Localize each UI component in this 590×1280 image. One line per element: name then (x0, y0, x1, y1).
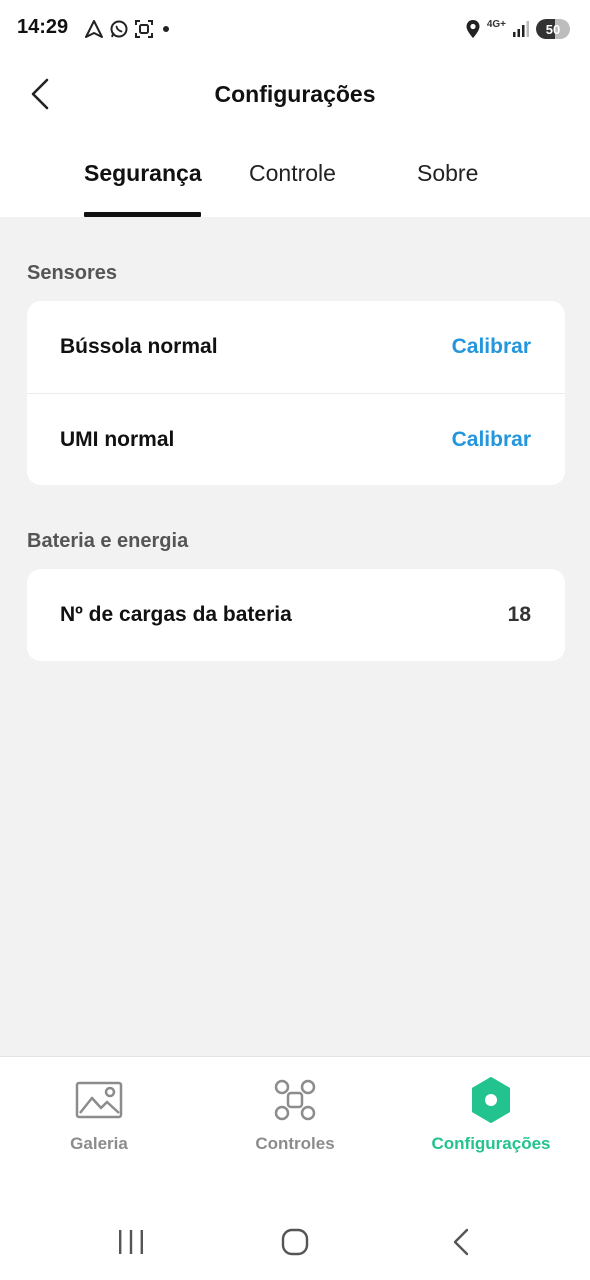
screenshot-icon (135, 20, 153, 38)
nav-label-settings: Configurações (431, 1134, 551, 1153)
drone-icon (274, 1079, 316, 1121)
network-type: 4G+ (486, 19, 506, 30)
system-navigation-bar (0, 1200, 590, 1280)
nav-item-settings[interactable]: Configurações (396, 1075, 586, 1175)
battery-cycles-label: Nº de cargas da bateria (60, 603, 292, 626)
battery-cycles-row: Nº de cargas da bateria 18 (27, 569, 565, 661)
chevron-left-icon (453, 1228, 469, 1256)
battery-card: Nº de cargas da bateria 18 (27, 569, 565, 661)
status-bar: 14:29 4G+ 50 (0, 0, 590, 58)
sensors-card: Bússola normal Calibrar UMI normal Calib… (27, 301, 565, 485)
navigation-arrow-icon (85, 20, 103, 38)
nav-item-gallery[interactable]: Galeria (4, 1075, 194, 1175)
gallery-icon (75, 1081, 123, 1119)
imu-status-label: UMI normal (60, 428, 175, 451)
home-icon (281, 1228, 309, 1256)
system-status-icons: 4G+ 50 (465, 16, 570, 42)
settings-tabs: Segurança Controle Sobre (0, 150, 590, 217)
nav-item-controls[interactable]: Controles (200, 1075, 390, 1175)
whatsapp-icon (110, 20, 128, 38)
battery-level: 50 (545, 21, 561, 37)
compass-status-label: Bússola normal (60, 335, 218, 358)
battery-icon: 50 (536, 19, 570, 39)
tab-seguranca[interactable]: Segurança (84, 160, 202, 187)
battery-cycles-value: 18 (507, 603, 531, 626)
recent-apps-icon (119, 1230, 143, 1254)
system-back-button[interactable] (436, 1222, 486, 1262)
section-title-battery: Bateria e energia (27, 530, 189, 552)
page-title: Configurações (214, 81, 376, 107)
imu-row: UMI normal Calibrar (27, 393, 565, 485)
signal-icon (513, 21, 529, 37)
tab-sobre[interactable]: Sobre (417, 160, 478, 187)
nav-label-gallery: Galeria (70, 1134, 128, 1153)
nav-label-controls: Controles (255, 1134, 335, 1153)
calibrate-compass-button[interactable]: Calibrar (452, 335, 531, 359)
section-title-sensors: Sensores (27, 262, 118, 284)
active-tab-indicator (84, 212, 201, 217)
app-header: Configurações (0, 60, 590, 130)
settings-hexagon-icon (472, 1077, 510, 1123)
recent-apps-button[interactable] (106, 1222, 156, 1262)
home-button[interactable] (270, 1222, 320, 1262)
location-icon (466, 20, 480, 38)
compass-row: Bússola normal Calibrar (27, 301, 565, 393)
tab-controle[interactable]: Controle (249, 160, 336, 187)
notification-icons (84, 17, 173, 41)
status-time: 14:29 (17, 16, 69, 38)
calibrate-imu-button[interactable]: Calibrar (452, 428, 531, 452)
more-dot-icon (163, 26, 169, 32)
